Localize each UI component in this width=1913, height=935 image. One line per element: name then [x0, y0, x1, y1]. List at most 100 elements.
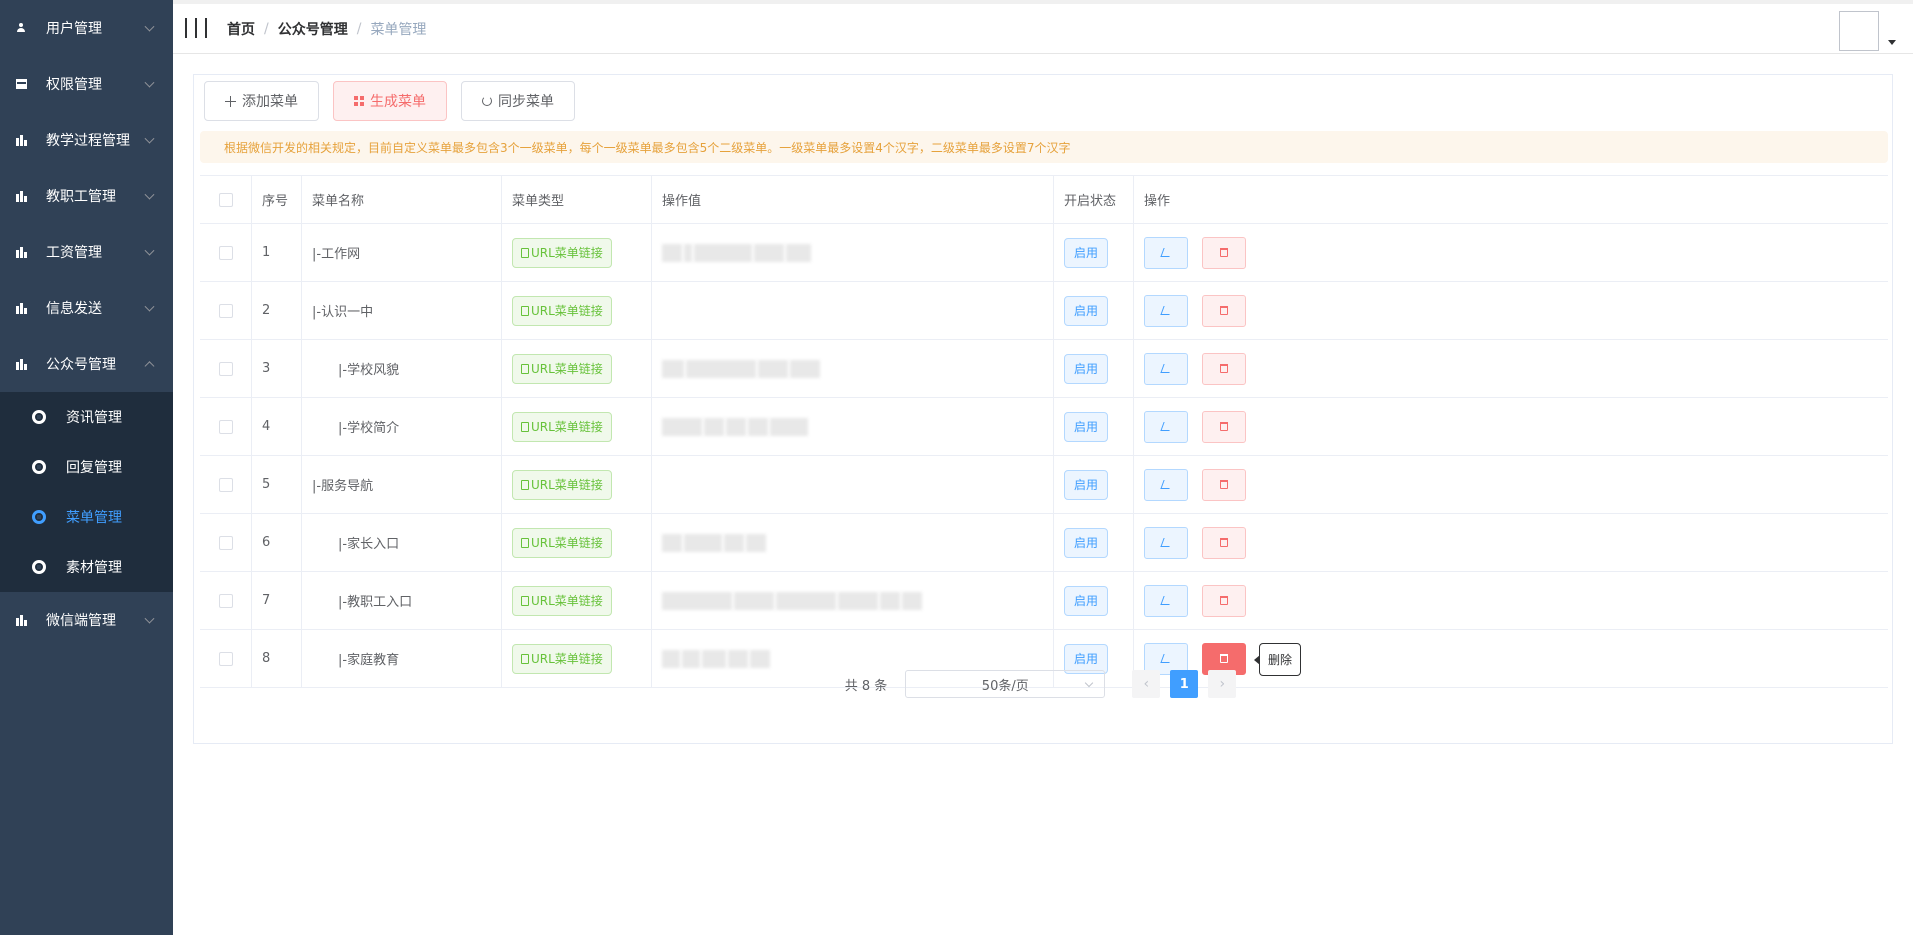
type-label: URL菜单链接 [531, 362, 603, 376]
edit-button[interactable] [1144, 294, 1188, 327]
row-state-cell: 启用 [1054, 282, 1134, 339]
edit-button[interactable] [1144, 468, 1188, 501]
url-type-tag[interactable]: URL菜单链接 [512, 527, 612, 558]
edit-icon [1159, 422, 1173, 431]
sidebar-item-teaching-process[interactable]: 教学过程管理 [0, 112, 173, 168]
sidebar-item-message-sending[interactable]: 信息发送 [0, 280, 173, 336]
breadcrumb-official-account[interactable]: 公众号管理 [278, 19, 348, 39]
trash-icon [1220, 422, 1228, 431]
alert-text: 根据微信开发的相关规定，目前自定义菜单最多包含3个一级菜单，每个一级菜单最多包含… [224, 140, 1071, 155]
sidebar-item-permission-management[interactable]: 权限管理 [0, 56, 173, 112]
table-row: 5 |-服务导航 URL菜单链接 启用 [200, 456, 1888, 514]
delete-button[interactable] [1202, 468, 1246, 501]
row-name-cell: |-学校简介 [302, 398, 502, 455]
edit-button[interactable] [1144, 584, 1188, 617]
chevron-right-icon[interactable]: › [1208, 670, 1237, 698]
edit-button[interactable] [1144, 410, 1188, 443]
delete-button[interactable] [1202, 526, 1246, 559]
header-actions: 操作 [1144, 194, 1171, 209]
url-type-tag[interactable]: URL菜单链接 [512, 295, 612, 326]
state-toggle[interactable]: 启用 [1064, 585, 1109, 616]
table-row: 7 |-教职工入口 URL菜单链接 启用 [200, 572, 1888, 630]
table-row: 1 |-工作网 URL菜单链接 启用 [200, 224, 1888, 282]
url-type-tag[interactable]: URL菜单链接 [512, 237, 612, 268]
delete-button[interactable] [1202, 294, 1246, 327]
redacted-value [662, 533, 766, 552]
caret-down-icon[interactable] [1888, 40, 1896, 45]
edit-button[interactable] [1144, 526, 1188, 559]
sidebar-item-wechat-client[interactable]: 微信端管理 [0, 592, 173, 648]
page-size-select[interactable]: 50条/页 [905, 670, 1106, 698]
url-type-tag[interactable]: URL菜单链接 [512, 353, 612, 384]
sidebar-item-news-management[interactable]: 资讯管理 [0, 392, 173, 442]
row-checkbox-cell [200, 224, 252, 281]
sidebar-item-label: 教学过程管理 [46, 133, 130, 149]
url-type-tag[interactable]: URL菜单链接 [512, 411, 612, 442]
breadcrumb-home[interactable]: 首页 [227, 19, 255, 39]
state-toggle[interactable]: 启用 [1064, 237, 1109, 268]
sidebar-item-salary-management[interactable]: 工资管理 [0, 224, 173, 280]
generate-menu-label: 生成菜单 [370, 94, 426, 110]
delete-button[interactable] [1202, 352, 1246, 385]
row-checkbox[interactable] [218, 245, 233, 260]
sidebar-item-label: 信息发送 [46, 301, 102, 317]
chevron-down-icon [144, 245, 155, 256]
url-type-tag[interactable]: URL菜单链接 [512, 469, 612, 500]
main-card: 添加菜单 生成菜单 同步菜单 根据微信开发的相关规定，目前自定义菜单最多包含3个… [193, 74, 1893, 744]
sidebar-item-staff-management[interactable]: 教职工管理 [0, 168, 173, 224]
type-label: URL菜单链接 [531, 536, 603, 550]
url-type-tag[interactable]: URL菜单链接 [512, 585, 612, 616]
row-checkbox[interactable] [218, 477, 233, 492]
chevron-down-icon [144, 613, 155, 624]
redacted-value [662, 417, 808, 436]
state-toggle[interactable]: 启用 [1064, 353, 1109, 384]
sidebar-item-menu-management[interactable]: 菜单管理 [0, 492, 173, 542]
avatar[interactable] [1839, 11, 1879, 51]
url-type-tag[interactable]: URL菜单链接 [512, 643, 612, 674]
delete-button[interactable] [1202, 236, 1246, 269]
select-all-checkbox[interactable] [218, 192, 233, 207]
header-checkbox-cell [200, 176, 252, 223]
bar-chart-icon [14, 613, 28, 627]
row-checkbox[interactable] [218, 361, 233, 376]
sidebar-item-label: 工资管理 [46, 245, 102, 261]
table-row: 2 |-认识一中 URL菜单链接 启用 [200, 282, 1888, 340]
state-toggle[interactable]: 启用 [1064, 411, 1109, 442]
add-menu-button[interactable]: 添加菜单 [204, 81, 319, 121]
generate-menu-button[interactable]: 生成菜单 [333, 81, 447, 121]
row-checkbox-cell [200, 340, 252, 397]
row-name: |-教职工入口 [338, 595, 413, 610]
row-checkbox[interactable] [218, 593, 233, 608]
row-name-cell: |-认识一中 [302, 282, 502, 339]
type-label: URL菜单链接 [531, 304, 603, 318]
trash-icon [1220, 248, 1228, 257]
edit-button[interactable] [1144, 352, 1188, 385]
state-toggle[interactable]: 启用 [1064, 527, 1109, 558]
sync-menu-button[interactable]: 同步菜单 [461, 81, 575, 121]
sidebar-item-official-account[interactable]: 公众号管理 [0, 336, 173, 392]
toolbar: 添加菜单 生成菜单 同步菜单 [204, 81, 575, 121]
chevron-left-icon[interactable]: ‹ [1132, 670, 1161, 698]
delete-button[interactable] [1202, 584, 1246, 617]
sidebar-item-user-management[interactable]: 用户管理 [0, 0, 173, 56]
sidebar-item-material-management[interactable]: 素材管理 [0, 542, 173, 592]
row-checkbox[interactable] [218, 419, 233, 434]
delete-button[interactable] [1202, 410, 1246, 443]
state-toggle[interactable]: 启用 [1064, 295, 1109, 326]
type-label: URL菜单链接 [531, 246, 603, 260]
state-toggle[interactable]: 启用 [1064, 469, 1109, 500]
redacted-value [662, 359, 820, 378]
row-checkbox[interactable] [218, 651, 233, 666]
row-checkbox[interactable] [218, 535, 233, 550]
edit-icon [1159, 248, 1173, 257]
state-toggle[interactable]: 启用 [1064, 643, 1109, 674]
page-number[interactable]: 1 [1170, 670, 1199, 698]
edit-button[interactable] [1144, 236, 1188, 269]
row-actions-cell [1134, 224, 1888, 281]
row-checkbox[interactable] [218, 303, 233, 318]
sidebar-item-reply-management[interactable]: 回复管理 [0, 442, 173, 492]
hamburger-icon[interactable] [185, 17, 207, 40]
top-navbar: 首页 / 公众号管理 / 菜单管理 [173, 0, 1913, 54]
row-index: 7 [252, 572, 302, 629]
row-type-cell: URL菜单链接 [502, 282, 652, 339]
